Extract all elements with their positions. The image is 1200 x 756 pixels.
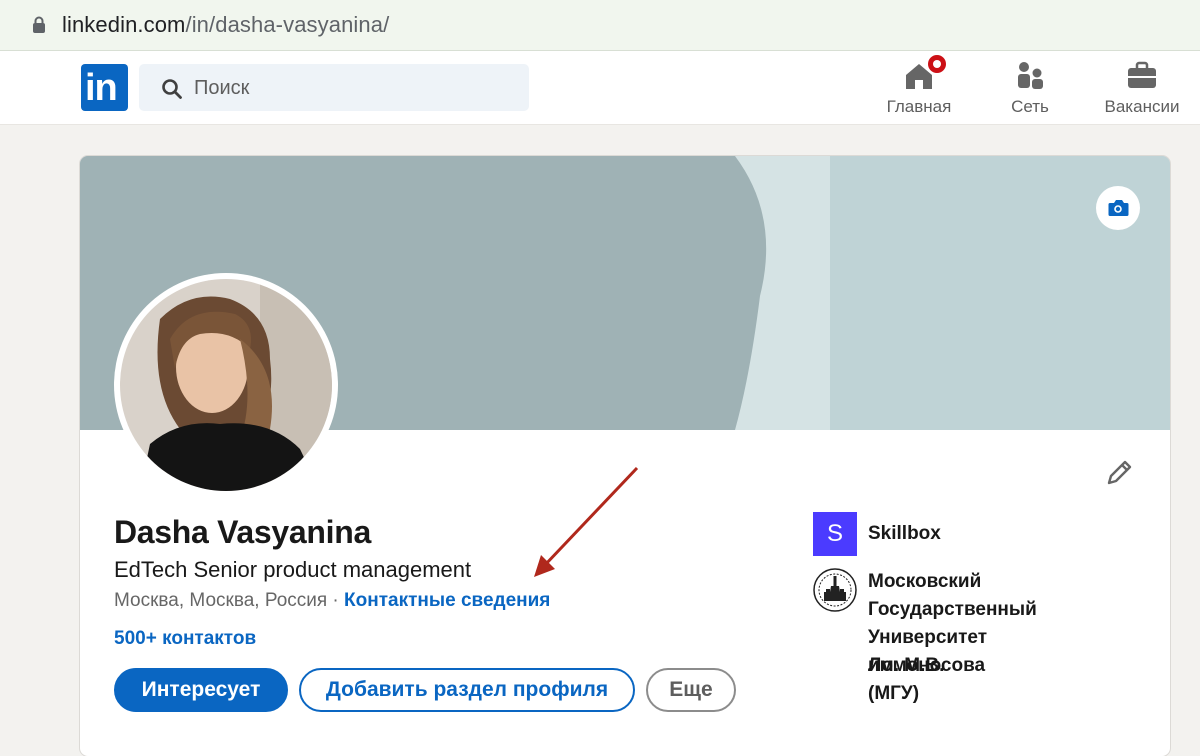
location-separator: ·	[327, 590, 345, 611]
connections-link[interactable]: 500+ контактов	[114, 628, 256, 650]
home-icon	[902, 53, 948, 93]
nav-jobs[interactable]: Вакансии	[1102, 59, 1182, 117]
profile-photo-image	[120, 279, 332, 491]
msu-name-line-4: Ломоносова (МГУ)	[868, 655, 986, 704]
edit-profile-button[interactable]	[1102, 456, 1136, 490]
top-navigation: in Поиск Главная Сеть Вакансии	[0, 51, 1200, 125]
network-icon	[1013, 59, 1047, 93]
skillbox-logo: S	[813, 512, 857, 556]
profile-photo[interactable]	[114, 273, 338, 497]
nav-network-label: Сеть	[1011, 97, 1049, 116]
search-icon	[162, 79, 182, 99]
profile-headline: EdTech Senior product management	[114, 557, 472, 582]
nav-jobs-label: Вакансии	[1104, 97, 1180, 116]
profile-location-line: Москва, Москва, Россия · Контактные свед…	[114, 590, 550, 612]
open-to-button[interactable]: Интересует	[114, 668, 288, 712]
browser-address-bar[interactable]: linkedin.com/in/dasha-vasyanina/	[0, 0, 1200, 51]
profile-location: Москва, Москва, Россия	[114, 590, 328, 611]
add-profile-section-button[interactable]: Добавить раздел профиля	[299, 668, 635, 712]
pencil-icon	[1107, 460, 1132, 485]
linkedin-logo[interactable]: in	[81, 64, 128, 111]
nav-home-label: Главная	[886, 97, 952, 116]
url-domain: linkedin.com	[62, 12, 186, 37]
msu-name-line-1: Московский	[868, 571, 982, 592]
lock-icon	[33, 16, 45, 33]
more-button[interactable]: Еще	[646, 668, 736, 712]
msu-name-line-2: Государственный	[868, 599, 1037, 620]
nav-network[interactable]: Сеть	[1005, 59, 1055, 117]
notification-badge	[926, 53, 948, 75]
msu-logo	[813, 568, 857, 612]
logo-text: in	[85, 67, 118, 109]
contact-info-link[interactable]: Контактные сведения	[344, 590, 550, 611]
jobs-icon	[1125, 59, 1159, 93]
camera-icon	[1108, 200, 1129, 216]
url-path: /in/dasha-vasyanina/	[185, 12, 390, 37]
url-text[interactable]: linkedin.com/in/dasha-vasyanina/	[62, 12, 389, 38]
profile-name: Dasha Vasyanina	[114, 514, 371, 550]
search-placeholder: Поиск	[194, 77, 250, 99]
search-input[interactable]: Поиск	[139, 64, 529, 111]
skillbox-name: Skillbox	[868, 523, 941, 544]
nav-home[interactable]: Главная	[886, 53, 952, 117]
edit-cover-button[interactable]	[1096, 186, 1140, 230]
